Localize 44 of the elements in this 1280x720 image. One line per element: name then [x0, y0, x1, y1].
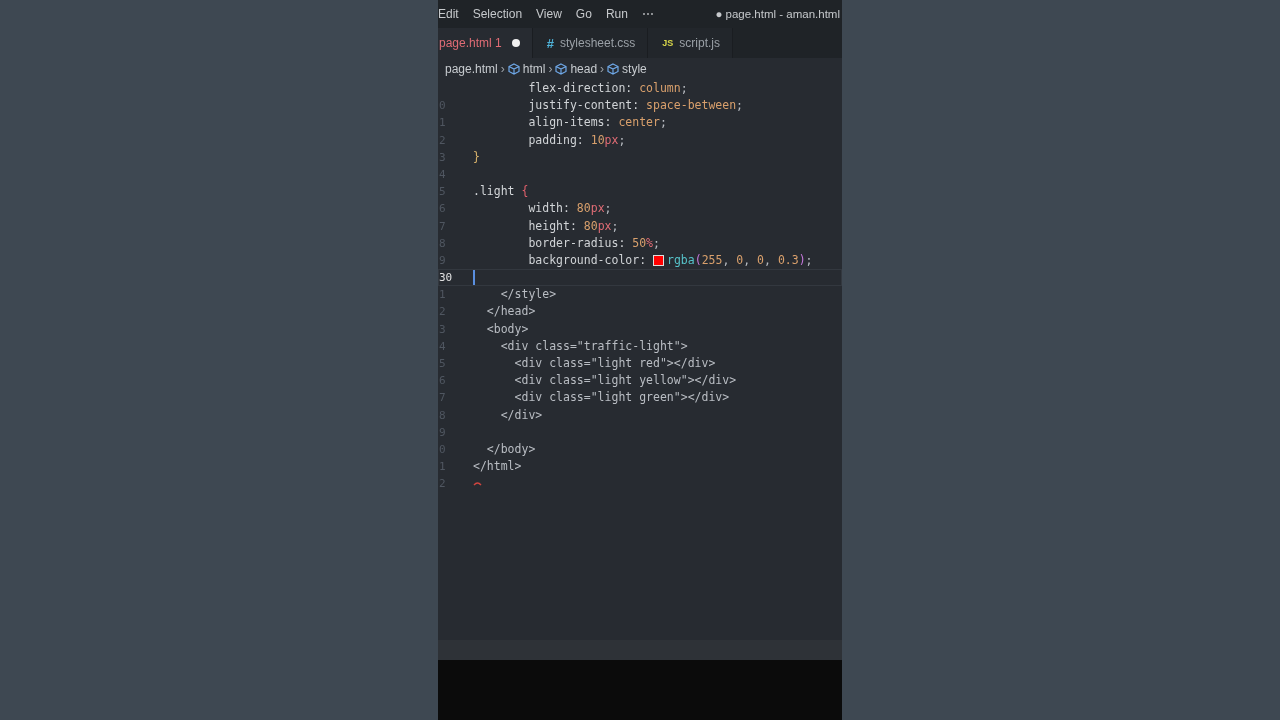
breadcrumb-separator: › [500, 61, 505, 76]
code-line: </head> [485, 303, 536, 321]
code-line: <div class="light yellow"></div> [513, 372, 737, 390]
code-line: justify-content: space-between; [527, 97, 744, 115]
code-line: flex-direction: column; [527, 80, 688, 97]
code-line: <div class="light green"></div> [513, 389, 730, 407]
editor-tab[interactable]: page.html 1 [438, 28, 533, 58]
breadcrumb-item[interactable]: head [570, 61, 598, 76]
code-line: } [473, 148, 480, 166]
code-line: background-color: [527, 251, 648, 269]
menu-item[interactable]: Edit [438, 7, 467, 21]
more-menu-button[interactable]: ⋯ [641, 7, 662, 21]
breadcrumb-item[interactable]: html [522, 61, 546, 76]
menu-item[interactable]: Go [575, 7, 600, 21]
code-line: </html> [473, 458, 522, 476]
code-line: <div class="light red"></div> [513, 355, 716, 372]
breadcrumb-separator: › [600, 61, 605, 76]
code-line: <body> [485, 320, 529, 338]
breadcrumb-item[interactable]: page.html [445, 61, 498, 76]
code-line: padding: 10px; [527, 131, 626, 149]
window-title: ● page.html - aman.html [715, 8, 841, 20]
menu-item[interactable]: View [536, 7, 570, 21]
code-line: rgba(255, 0, 0, 0.3); [667, 251, 813, 269]
code-line: height: 80px; [527, 217, 619, 235]
code-line: <div class="traffic-light"> [499, 337, 688, 355]
code-line: align-items: center; [527, 114, 667, 132]
editor-tab[interactable]: # stylesheet.css [532, 28, 649, 58]
symbol-icon [607, 62, 620, 75]
code-line: width: 80px; [527, 200, 612, 218]
code-line: </body> [485, 440, 536, 458]
code-line: </style> [499, 286, 557, 304]
menu-item[interactable]: Run [605, 7, 636, 21]
breadcrumb-separator: › [548, 61, 553, 76]
editor-tab[interactable]: JS script.js [648, 28, 733, 58]
line-number: 30 [438, 270, 454, 287]
code-line: border-radius: 50%; [527, 234, 660, 252]
color-swatch[interactable] [653, 254, 664, 266]
breadcrumb-item[interactable]: style [622, 61, 647, 76]
menu-item[interactable]: Selection [472, 7, 531, 21]
symbol-icon [507, 62, 520, 75]
text-cursor [473, 270, 475, 286]
code-line: </div> [499, 406, 543, 424]
code-line: .light { [473, 183, 529, 201]
symbol-icon [555, 62, 568, 75]
